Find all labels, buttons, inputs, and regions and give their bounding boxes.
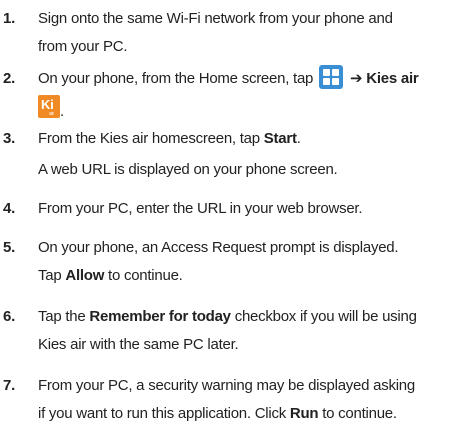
allow-label: Allow — [65, 267, 105, 284]
step-number: 2. — [3, 70, 16, 87]
kies-air-icon: Ki air — [38, 95, 60, 118]
step-text: Sign onto the same Wi-Fi network from yo… — [38, 10, 393, 27]
step-text: Kies air with the same PC later. — [38, 336, 239, 353]
period: . — [60, 103, 64, 120]
apps-grid-icon — [319, 65, 344, 90]
instruction-list: 1. Sign onto the same Wi-Fi network from… — [0, 0, 471, 434]
step-number: 1. — [3, 10, 16, 27]
svg-text:air: air — [49, 111, 54, 117]
start-label: Start — [263, 130, 297, 147]
step-number: 5. — [3, 239, 16, 256]
note-text: A web URL is displayed on your phone scr… — [38, 161, 338, 178]
step-text: From your PC, a security warning may be … — [38, 377, 415, 394]
kies-air-label: Kies air — [366, 70, 419, 87]
step-text: from your PC. — [38, 38, 128, 55]
remember-label: Remember for today — [89, 308, 231, 325]
step-number: 7. — [3, 377, 16, 394]
svg-text:Ki: Ki — [41, 97, 54, 112]
step-text: On your phone, an Access Request prompt … — [38, 239, 399, 256]
run-label: Run — [289, 405, 319, 422]
step-number: 4. — [3, 200, 16, 217]
step-text: On your phone, from the Home screen, tap — [38, 70, 314, 87]
step-text: From your PC, enter the URL in your web … — [38, 200, 363, 217]
step-number: 6. — [3, 308, 16, 325]
step-text: From the Kies air homescreen, tap — [38, 130, 260, 147]
step-number: 3. — [3, 130, 16, 147]
arrow: ➔ — [350, 70, 363, 87]
